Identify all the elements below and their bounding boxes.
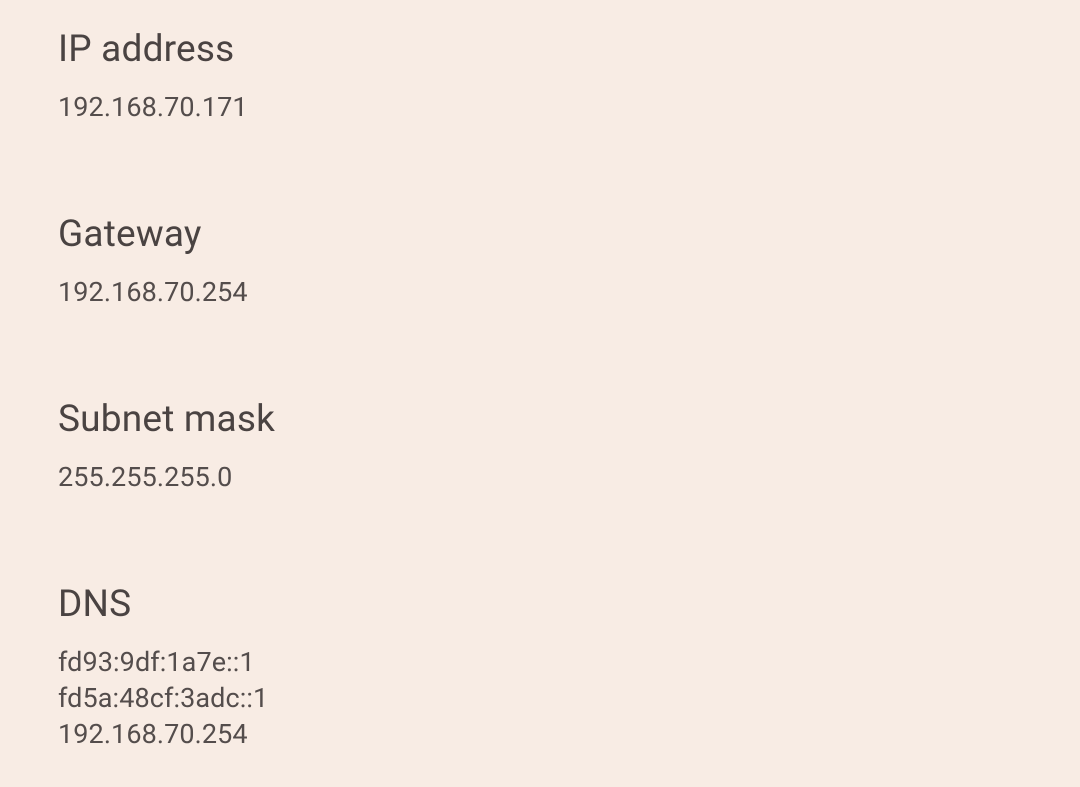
ip-address-value: 192.168.70.171 bbox=[58, 89, 1080, 125]
dns-section: DNS fd93:9df:1a7e::1 fd5a:48cf:3adc::1 1… bbox=[58, 583, 1080, 752]
ip-address-label: IP address bbox=[58, 28, 1080, 71]
dns-label: DNS bbox=[58, 583, 1080, 626]
ip-address-section: IP address 192.168.70.171 bbox=[58, 28, 1080, 125]
dns-value: fd93:9df:1a7e::1 fd5a:48cf:3adc::1 192.1… bbox=[58, 644, 1080, 752]
gateway-value: 192.168.70.254 bbox=[58, 274, 1080, 310]
subnet-mask-section: Subnet mask 255.255.255.0 bbox=[58, 398, 1080, 495]
subnet-mask-value: 255.255.255.0 bbox=[58, 459, 1080, 495]
gateway-section: Gateway 192.168.70.254 bbox=[58, 213, 1080, 310]
gateway-label: Gateway bbox=[58, 213, 1080, 256]
subnet-mask-label: Subnet mask bbox=[58, 398, 1080, 441]
